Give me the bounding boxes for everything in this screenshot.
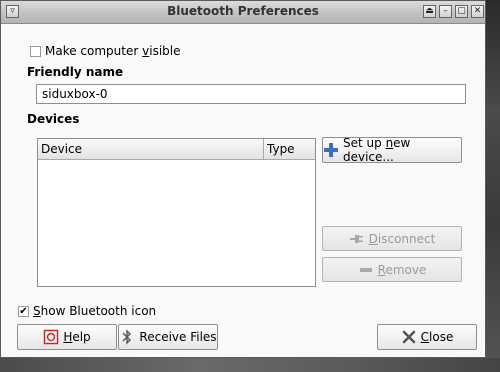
device-list[interactable]: Device Type xyxy=(37,138,316,287)
desktop-taskbar-strip xyxy=(0,358,500,372)
setup-label: Set up new device... xyxy=(343,136,411,164)
close-button[interactable]: Close xyxy=(377,324,477,350)
column-header-device[interactable]: Device xyxy=(38,139,264,160)
disconnect-plug-icon xyxy=(349,231,365,247)
make-visible-label[interactable]: Make computer visible xyxy=(45,44,181,58)
friendly-name-heading: Friendly name xyxy=(27,65,124,79)
setup-new-device-button[interactable]: Set up new device... xyxy=(322,136,462,164)
make-visible-checkbox[interactable] xyxy=(30,46,41,57)
receive-files-button[interactable]: Receive Files xyxy=(118,324,218,350)
close-window-button[interactable]: ✕ xyxy=(471,5,484,18)
close-icon xyxy=(401,329,417,345)
help-button[interactable]: Help xyxy=(17,324,117,350)
friendly-name-input[interactable] xyxy=(36,84,466,104)
column-header-type[interactable]: Type xyxy=(264,139,315,160)
window-title: Bluetooth Preferences xyxy=(167,4,319,18)
receive-files-label: Receive Files xyxy=(139,330,217,344)
shade-button[interactable]: ⏏ xyxy=(423,5,436,18)
disconnect-button[interactable]: Disconnect xyxy=(322,226,462,251)
maximize-button[interactable]: ▢ xyxy=(455,5,468,18)
desktop-background xyxy=(486,0,500,372)
minus-icon xyxy=(358,262,374,278)
bluetooth-receive-icon xyxy=(119,329,135,345)
close-label: Close xyxy=(420,330,454,344)
show-bluetooth-icon-checkbox[interactable]: ✔ xyxy=(18,306,29,317)
devices-heading: Devices xyxy=(27,112,80,126)
help-label: Help xyxy=(63,330,91,344)
disconnect-label: Disconnect xyxy=(368,231,436,246)
titlebar[interactable]: ▿ Bluetooth Preferences ⏏ – ▢ ✕ xyxy=(1,1,485,24)
help-icon xyxy=(43,329,59,345)
plus-icon xyxy=(323,142,339,158)
show-bluetooth-icon-label[interactable]: Show Bluetooth icon xyxy=(33,304,156,318)
bluetooth-preferences-window: ▿ Bluetooth Preferences ⏏ – ▢ ✕ Make com… xyxy=(0,0,486,358)
minimize-button[interactable]: – xyxy=(439,5,452,18)
dialog-content: Make computer visible Friendly name Devi… xyxy=(1,24,485,357)
remove-label: Remove xyxy=(377,262,427,277)
remove-button[interactable]: Remove xyxy=(322,257,462,282)
